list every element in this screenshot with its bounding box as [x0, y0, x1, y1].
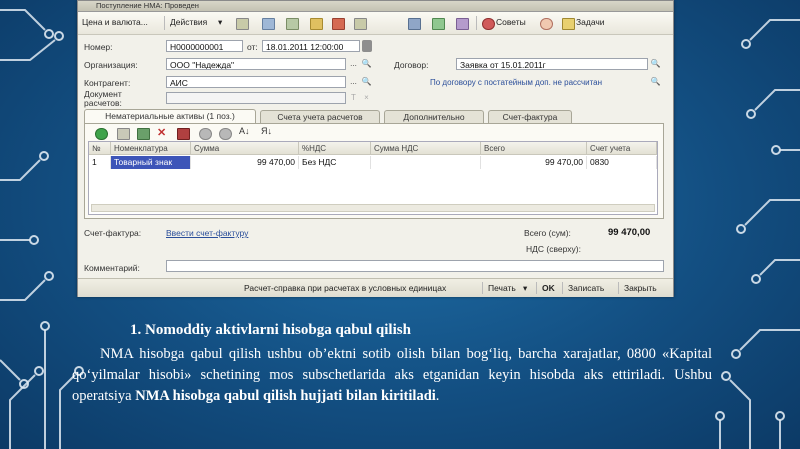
tasks-button[interactable]: Задачи	[576, 17, 605, 27]
save-button[interactable]: Записать	[568, 283, 604, 293]
sort-icon[interactable]	[456, 18, 469, 30]
search-icon[interactable]: 🔍	[650, 76, 661, 88]
search-icon[interactable]: 🔍	[650, 58, 661, 70]
chevron-down-icon: ▾	[523, 283, 528, 293]
tasks-icon	[562, 18, 575, 30]
bottom-bar: Расчет-справка при расчетах в условных е…	[78, 278, 673, 297]
cell-nomenclature[interactable]: Товарный знак	[111, 156, 191, 169]
comment-field[interactable]	[166, 260, 664, 272]
cell-total[interactable]: 99 470,00	[481, 156, 587, 169]
post-icon[interactable]	[286, 18, 299, 30]
close-button[interactable]: Закрыть	[624, 283, 657, 293]
toolbar-separator	[164, 16, 165, 30]
save-icon[interactable]	[262, 18, 275, 30]
window-titlebar: Поступление НМА: Проведен	[78, 1, 673, 12]
column-header[interactable]: Сумма	[191, 142, 299, 155]
add-row-icon[interactable]	[95, 128, 108, 140]
ok-button[interactable]: OK	[542, 283, 555, 293]
toolbar-separator	[476, 16, 477, 30]
help-icon[interactable]	[540, 18, 553, 30]
window-title: Поступление НМА: Проведен	[96, 1, 199, 10]
sort-asc-icon[interactable]: A↓	[239, 126, 250, 136]
settlement-link[interactable]: По договору с постатейным доп. не рассчи…	[430, 78, 602, 87]
number-label: Номер:	[84, 42, 113, 52]
clear-icon[interactable]: ×	[361, 92, 372, 104]
paragraph-end: .	[435, 388, 440, 404]
bar-separator	[618, 282, 619, 294]
document-window: Поступление НМА: Проведен Цена и валюта.…	[77, 0, 674, 297]
cell-number: 1	[89, 156, 111, 169]
move-down-icon[interactable]	[219, 128, 232, 140]
slide-paragraph: NMA hisobga qabul qilish ushbu ob’ektni …	[72, 344, 712, 407]
tab-additional[interactable]: Дополнительно	[384, 110, 484, 123]
column-header[interactable]: Сумма НДС	[371, 142, 481, 155]
calendar-icon[interactable]	[362, 40, 372, 52]
total-value: 99 470,00	[608, 227, 651, 238]
bar-separator	[536, 282, 537, 294]
advice-button[interactable]: Советы	[496, 17, 526, 27]
toolbar: Цена и валюта... Действия ▾ Советы Задач…	[78, 12, 673, 35]
print-icon[interactable]	[408, 18, 421, 30]
items-table: № Номенклатура Сумма %НДС Сумма НДС Всег…	[88, 141, 658, 215]
chevron-down-icon: ▾	[218, 17, 223, 27]
column-header[interactable]: Всего	[481, 142, 587, 155]
enter-invoice-link[interactable]: Ввести счет-фактуру	[166, 228, 248, 238]
cell-vat-rate[interactable]: Без НДС	[299, 156, 371, 169]
copy-row-icon[interactable]	[117, 128, 130, 140]
cell-vat-sum[interactable]	[371, 156, 481, 169]
delete-row-icon[interactable]: ✕	[157, 126, 166, 139]
advice-icon	[482, 18, 495, 30]
filter-icon[interactable]	[432, 18, 445, 30]
bar-separator	[562, 282, 563, 294]
price-currency-button[interactable]: Цена и валюта...	[82, 17, 148, 27]
slide-heading: 1. Nomoddiy aktivlarni hisobga qabul qil…	[130, 322, 411, 338]
search-icon[interactable]: 🔍	[361, 76, 372, 88]
structure-icon[interactable]	[310, 18, 323, 30]
column-header[interactable]: %НДС	[299, 142, 371, 155]
end-edit-icon[interactable]	[177, 128, 190, 140]
date-label: от:	[247, 42, 258, 52]
date-field[interactable]: 18.01.2011 12:00:00	[262, 40, 360, 52]
tab-settlement-accounts[interactable]: Счета учета расчетов	[260, 110, 380, 123]
report-icon[interactable]	[354, 18, 367, 30]
comment-label: Комментарий:	[84, 263, 140, 273]
print-button[interactable]: Печать	[488, 283, 516, 293]
horizontal-scrollbar[interactable]	[91, 204, 655, 212]
calc-doc-field[interactable]	[166, 92, 346, 104]
number-field[interactable]: Н0000000001	[166, 40, 243, 52]
invoice-label: Счет-фактура:	[84, 228, 142, 238]
edit-row-icon[interactable]	[137, 128, 150, 140]
add-icon[interactable]	[236, 18, 249, 30]
total-label: Всего (сум):	[524, 228, 571, 238]
vat-label: НДС (сверху):	[526, 244, 581, 254]
contract-field[interactable]: Заявка от 15.01.2011г	[456, 58, 648, 70]
calc-doc-label: Документ расчетов:	[84, 89, 122, 108]
operations-menu[interactable]: Действия	[170, 17, 207, 27]
bar-separator	[482, 282, 483, 294]
calc-report-button[interactable]: Расчет-справка при расчетах в условных е…	[244, 283, 446, 293]
move-up-icon[interactable]	[199, 128, 212, 140]
column-header[interactable]: Номенклатура	[111, 142, 191, 155]
movements-icon[interactable]	[332, 18, 345, 30]
paragraph-bold-text: NMA hisobga qabul qilish hujjati bilan k…	[135, 388, 436, 404]
column-header[interactable]: Счет учета	[587, 142, 657, 155]
sort-desc-icon[interactable]: Я↓	[261, 126, 272, 136]
organization-label: Организация:	[84, 60, 138, 70]
column-header[interactable]: №	[89, 142, 111, 155]
select-button[interactable]: T	[348, 92, 359, 104]
organization-field[interactable]: ООО "Надежда"	[166, 58, 346, 70]
contract-label: Договор:	[394, 60, 429, 70]
contractor-field[interactable]: АИС	[166, 76, 346, 88]
cell-sum[interactable]: 99 470,00	[191, 156, 299, 169]
cell-account[interactable]: 0830	[587, 156, 657, 169]
search-icon[interactable]: 🔍	[361, 58, 372, 70]
contractor-label: Контрагент:	[84, 78, 131, 88]
select-button[interactable]: ...	[348, 76, 359, 88]
tab-invoice[interactable]: Счет-фактура	[488, 110, 572, 123]
select-button[interactable]: ...	[348, 58, 359, 70]
tab-intangible-assets[interactable]: Нематериальные активы (1 поз.)	[84, 109, 256, 123]
